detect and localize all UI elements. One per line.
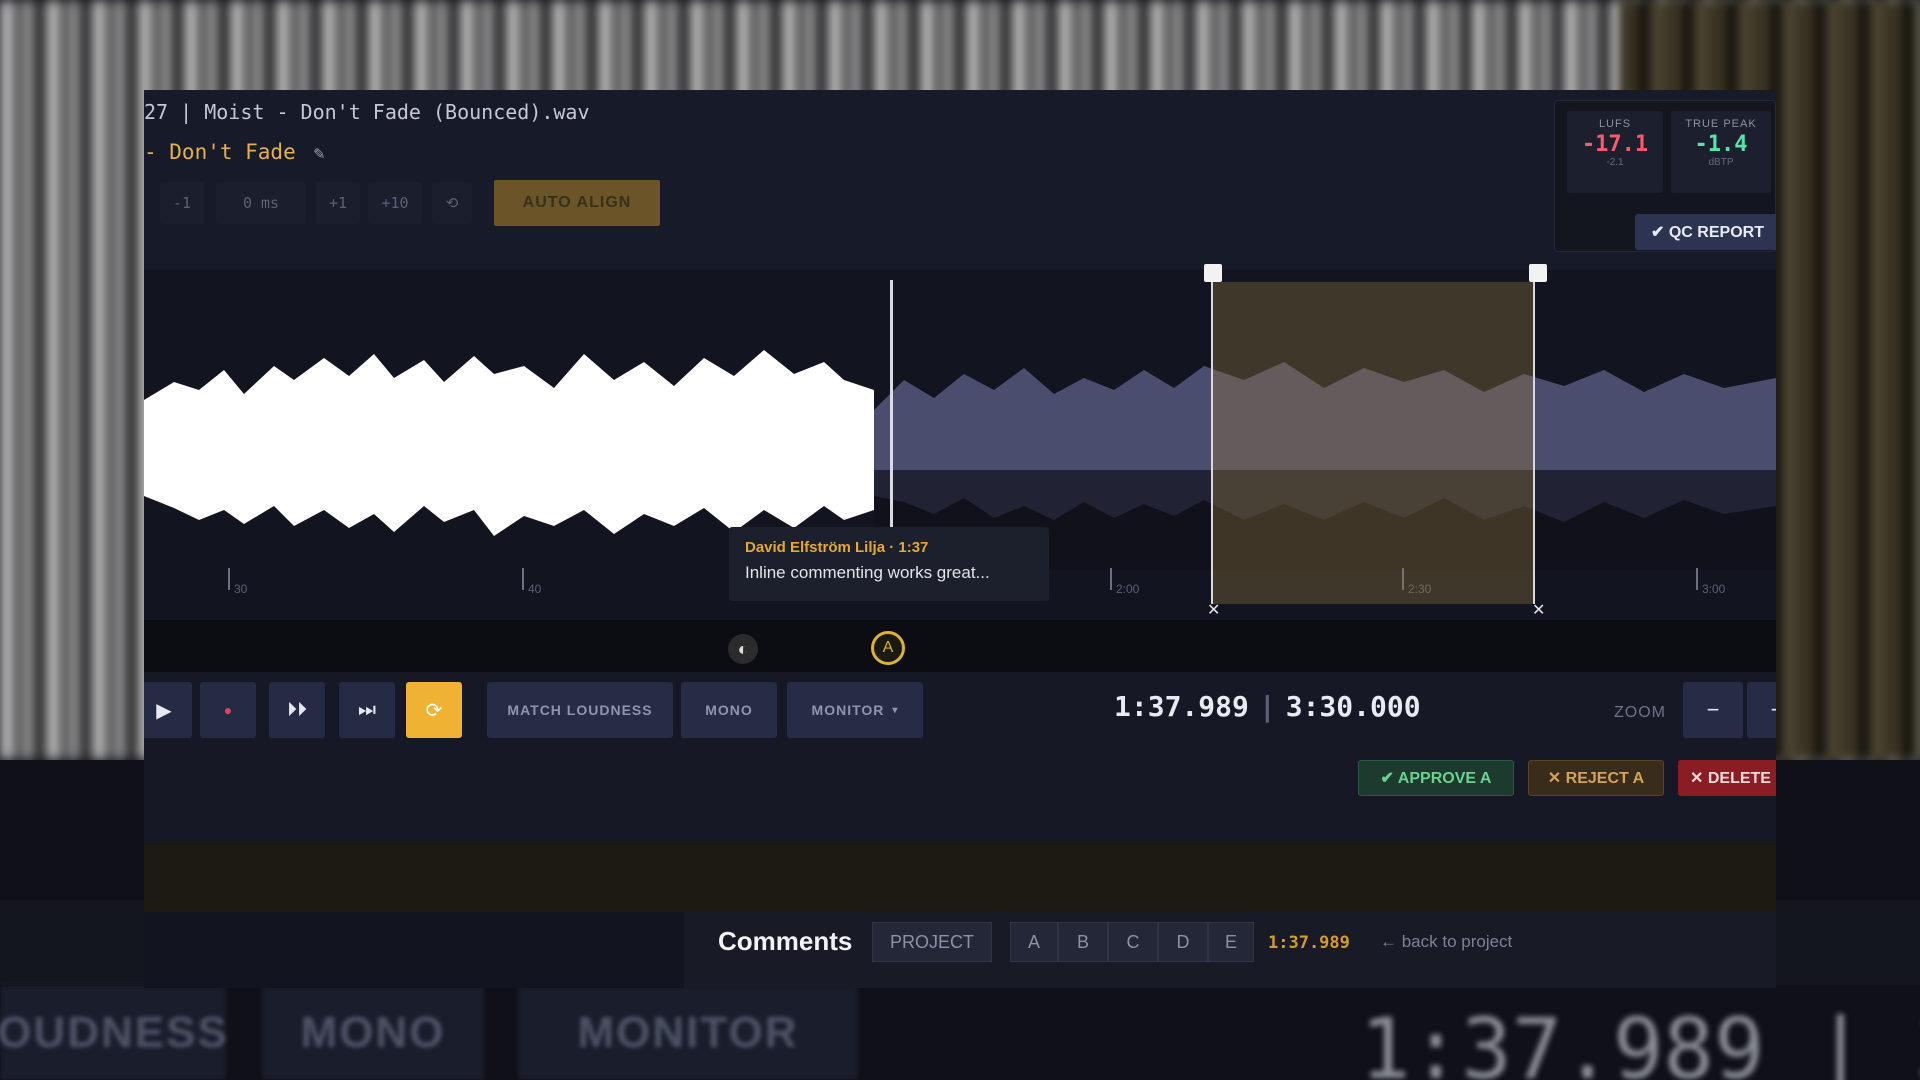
file-title: 27 | Moist - Don't Fade (Bounced).wav [144,100,590,124]
background-time: 1:37.989 | 3:3 [1360,1000,1920,1080]
loop-selection[interactable] [1211,282,1535,604]
approve-button[interactable]: ✔ APPROVE A [1358,760,1514,796]
loudness-meters: LUFS -17.1 -2.1 TRUE PEAK -1.4 dBTP ✔ QC… [1554,100,1776,252]
true-peak-meter: TRUE PEAK -1.4 dBTP [1671,111,1771,193]
song-title[interactable]: - Don't Fade [144,140,296,164]
divider-band [144,842,1776,912]
background-tab: OUDNESS [0,985,227,1080]
avatar[interactable]: A [871,631,905,665]
monitor-label: MONITOR [811,702,885,718]
mono-button[interactable]: MONO [681,682,777,738]
true-peak-label: TRUE PEAK [1685,118,1757,130]
zoom-label: ZOOM [1614,704,1666,721]
ruler-tick-label: 2:00 [1116,582,1140,596]
lufs-sub: -2.1 [1606,157,1624,168]
record-icon[interactable]: ● [200,682,256,738]
back-to-project-link[interactable]: ← back to project [1380,932,1512,952]
comment-marker-bar [144,620,1776,672]
comment-tooltip[interactable]: David Elfström Lilja · 1:37 Inline comme… [729,527,1049,601]
reject-button[interactable]: ✕ REJECT A [1528,760,1664,796]
ruler-tick-label: 3:00 [1702,582,1726,596]
close-icon[interactable]: ✕ [1532,600,1545,620]
time-display: 1:37.989 | 3:30.000 [1114,690,1421,723]
comments-title: Comments [718,926,853,956]
comments-timestamp[interactable]: 1:37.989 [1268,933,1350,953]
monitor-dropdown[interactable]: MONITOR ▾ [787,682,923,738]
tab-e[interactable]: E [1208,922,1254,962]
current-time: 1:37.989 [1114,690,1249,723]
reset-icon[interactable]: ⟲ [432,182,472,224]
ruler-tick-label: 30 [234,582,248,596]
tab-c[interactable]: C [1108,922,1158,962]
delete-button[interactable]: ✕ DELETE [1678,760,1776,796]
editor-window: 27 | Moist - Don't Fade (Bounced).wav - … [144,90,1776,988]
lufs-label: LUFS [1598,118,1632,130]
ruler-tick-label: 40 [528,582,542,596]
ruler-tick [1696,568,1698,590]
lufs-meter: LUFS -17.1 -2.1 [1567,111,1663,193]
background-tab: MONO [262,985,484,1080]
duration: 3:30.000 [1285,690,1421,723]
headphones-icon[interactable]: ◐ [728,634,758,664]
ruler-tick [1110,568,1112,590]
close-icon[interactable]: ✕ [1207,600,1220,620]
song-title-row: - Don't Fade ✎ [144,140,325,164]
true-peak-sub: dBTP [1708,157,1734,168]
pencil-icon[interactable]: ✎ [314,143,325,164]
selection-start-handle[interactable] [1204,264,1222,282]
qc-report-button[interactable]: ✔ QC REPORT [1635,214,1776,250]
nudge-minus-1-button[interactable]: -1 [160,182,204,224]
play-icon[interactable]: ▶ [144,682,192,738]
tab-a[interactable]: A [1010,922,1058,962]
loop-icon[interactable]: ⟳ [406,682,462,738]
left-panel [144,912,684,988]
comment-author: David Elfström Lilja · 1:37 [745,539,929,556]
lufs-value: -17.1 [1581,132,1649,157]
selection-end-handle[interactable] [1529,264,1547,282]
title-bar: 27 | Moist - Don't Fade (Bounced).wav - … [144,90,1776,270]
nudge-plus-1-button[interactable]: +1 [316,182,360,224]
auto-align-button[interactable]: AUTO ALIGN [494,180,660,226]
comment-text: Inline commenting works great... [745,563,990,582]
true-peak-value: -1.4 [1694,132,1748,157]
offset-display: 0 ms [216,182,306,224]
nudge-plus-10-button[interactable]: +10 [368,182,422,224]
time-separator: | [1258,690,1276,723]
tab-project[interactable]: PROJECT [872,922,992,962]
chevron-down-icon: ▾ [892,704,899,716]
skip-forward-icon[interactable]: ⏭ [339,682,395,738]
zoom-out-button[interactable]: − [1683,682,1743,738]
next-icon[interactable]: ⏵⏵ [269,682,325,738]
match-loudness-button[interactable]: MATCH LOUDNESS [487,682,673,738]
tab-d[interactable]: D [1158,922,1208,962]
background-tab: MONITOR [518,985,858,1080]
tab-b[interactable]: B [1058,922,1108,962]
ruler-tick [228,568,230,590]
ruler-tick [522,568,524,590]
zoom-in-button[interactable]: + [1747,682,1776,738]
